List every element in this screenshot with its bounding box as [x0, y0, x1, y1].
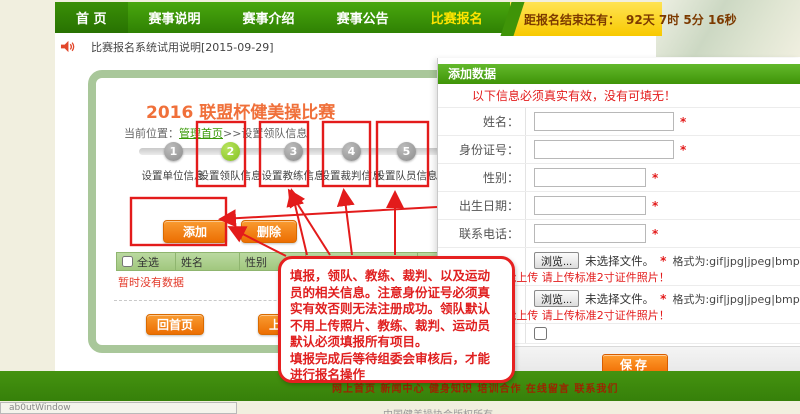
browse-button[interactable]: 浏览... [534, 290, 579, 307]
required-asterisk: * [680, 115, 686, 129]
required-asterisk: * [652, 199, 658, 213]
table-empty-text: 暂时没有数据 [118, 274, 184, 290]
breadcrumb: 当前位置：管理首页>>设置领队信息 [124, 125, 307, 141]
text-input[interactable] [534, 224, 646, 243]
text-input[interactable] [534, 196, 646, 215]
column-header-1: 全选 [116, 252, 176, 271]
text-input[interactable] [534, 140, 674, 159]
dialog-title: 添加数据 [438, 64, 800, 84]
step-circle-2[interactable]: 2 [221, 142, 240, 161]
nav-item-2[interactable]: 赛事说明 [128, 2, 222, 33]
file-status-text: 未选择文件。 [585, 253, 654, 269]
file-status-text: 未选择文件。 [585, 291, 654, 307]
countdown-value: 92天 7时 5分 16秒 [626, 11, 737, 28]
announcement-bar: 比赛报名系统试用说明[2015-09-29] [60, 39, 274, 55]
banner-image [656, 0, 800, 57]
step-circle-1[interactable]: 1 [164, 142, 183, 161]
status-bar: ab0utWindow [0, 402, 237, 414]
dialog-field-row: 出生日期： * [438, 192, 800, 220]
add-button[interactable]: 添加 [163, 220, 227, 243]
column-header-2: 姓名 [176, 252, 240, 271]
speaker-icon [60, 40, 75, 54]
nav-item-5[interactable]: 比赛报名 [410, 2, 504, 33]
field-label: 出生日期： [438, 192, 526, 219]
nav-item-3[interactable]: 赛事介绍 [222, 2, 316, 33]
step-circle-5[interactable]: 5 [397, 142, 416, 161]
nav-item-4[interactable]: 赛事公告 [316, 2, 410, 33]
step-circle-4[interactable]: 4 [342, 142, 361, 161]
text-input[interactable] [534, 168, 646, 187]
dialog-field-row: 联系电话： * [438, 220, 800, 248]
required-asterisk: * [652, 171, 658, 185]
select-all-checkbox[interactable] [122, 256, 133, 267]
breadcrumb-label: 当前位置： [124, 127, 179, 140]
browse-button[interactable]: 浏览... [534, 252, 579, 269]
field-label: 姓名： [438, 108, 526, 135]
dialog-field-row: 身份证号： * [438, 136, 800, 164]
required-asterisk: * [660, 292, 666, 306]
required-asterisk: * [652, 227, 658, 241]
field-label: 性别： [438, 164, 526, 191]
countdown-label: 距报名结束还有： [524, 11, 620, 28]
copyright-text: 中国健美操协会版权所有 [383, 406, 493, 414]
delete-button[interactable]: 删除 [241, 220, 297, 243]
required-asterisk: * [660, 254, 666, 268]
breadcrumb-current: >>设置领队信息 [223, 127, 307, 140]
announcement-link[interactable]: 比赛报名系统试用说明[2015-09-29] [91, 39, 274, 55]
format-hint: 格式为:gif|jpg|jpeg|bmp [672, 253, 799, 269]
dialog-notice: 以下信息必须真实有效，没有可填无！ [438, 84, 800, 108]
dialog-field-row: 姓名： * [438, 108, 800, 136]
top-navbar: 首 页赛事说明赛事介绍赛事公告比赛报名 [55, 2, 512, 33]
page-title: 2016 联盟杯健美操比赛 [146, 98, 335, 123]
nav-list: 首 页赛事说明赛事介绍赛事公告比赛报名 [55, 2, 512, 33]
breadcrumb-link-home[interactable]: 管理首页 [179, 127, 223, 140]
option-checkbox[interactable] [534, 327, 547, 340]
step-label-5: 设置队员信息 [366, 168, 446, 183]
text-input[interactable] [534, 112, 674, 131]
step-circle-3[interactable]: 3 [284, 142, 303, 161]
field-label: 身份证号： [438, 136, 526, 163]
annotation-note: 填报，领队、教练、裁判、以及运动 员的相关信息。注意身份证号必须真 实有效否则无… [278, 256, 515, 383]
dialog-field-row: 性别： * [438, 164, 800, 192]
page: 首 页赛事说明赛事介绍赛事公告比赛报名 距报名结束还有： 92天 7时 5分 1… [0, 0, 800, 414]
format-hint: 格式为:gif|jpg|jpeg|bmp [672, 291, 799, 307]
nav-item-1[interactable]: 首 页 [55, 2, 128, 33]
field-label: 联系电话： [438, 220, 526, 247]
countdown-box: 距报名结束还有： 92天 7时 5分 16秒 [510, 2, 662, 36]
required-asterisk: * [680, 143, 686, 157]
back-home-button[interactable]: 回首页 [146, 314, 204, 335]
